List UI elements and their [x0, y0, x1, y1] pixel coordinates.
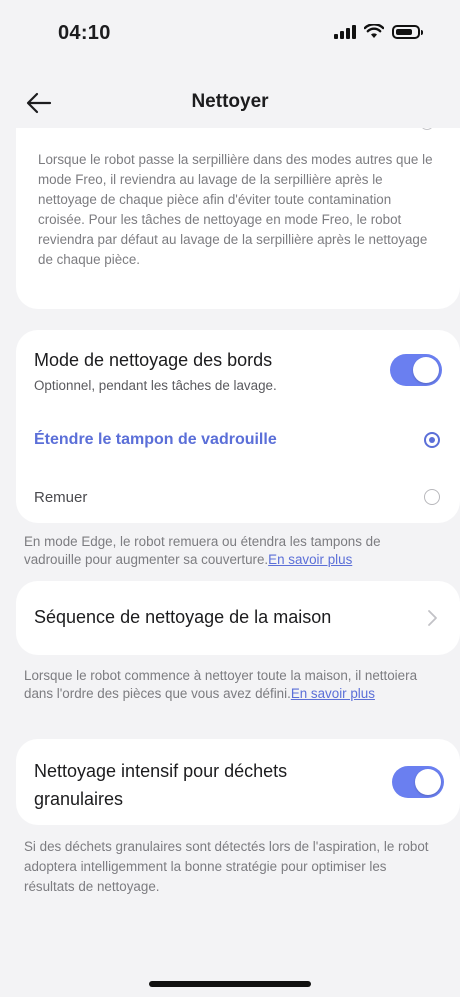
- mop-wash-description: Lorsque le robot passe la serpillière da…: [38, 152, 433, 267]
- option-extend-mop-pad[interactable]: Étendre le tampon de vadrouille: [34, 431, 277, 449]
- cellular-signal-icon: [334, 24, 356, 39]
- status-icons: [334, 24, 423, 39]
- granular-cleaning-toggle[interactable]: [392, 766, 444, 798]
- option-wiggle[interactable]: Remuer: [34, 489, 87, 506]
- option-wiggle-radio[interactable]: [424, 489, 440, 505]
- screen: 04:10 Nettoyer Lorsque le robot passe la: [0, 0, 460, 997]
- edge-mode-toggle[interactable]: [390, 354, 442, 386]
- mop-wash-card: Lorsque le robot passe la serpillière da…: [16, 128, 460, 309]
- mop-wash-option-row[interactable]: [38, 128, 438, 136]
- cleaning-sequence-learn-more-link[interactable]: En savoir plus: [291, 686, 375, 701]
- edge-mode-note: En mode Edge, le robot remuera ou étendr…: [24, 533, 438, 569]
- mop-wash-radio[interactable]: [420, 128, 434, 130]
- cleaning-sequence-note: Lorsque le robot commence à nettoyer tou…: [24, 667, 438, 703]
- nav-header: Nettoyer: [0, 78, 460, 128]
- chevron-right-icon: [428, 610, 437, 626]
- cleaning-sequence-title: Séquence de nettoyage de la maison: [34, 607, 332, 627]
- wifi-icon: [364, 24, 384, 38]
- granular-cleaning-note: Si des déchets granulaires sont détectés…: [24, 839, 429, 894]
- battery-icon: [392, 24, 423, 39]
- edge-mode-title: Mode de nettoyage des bords: [34, 350, 273, 370]
- granular-cleaning-title: Nettoyage intensif pour déchets granulai…: [34, 761, 288, 809]
- cleaning-sequence-card[interactable]: Séquence de nettoyage de la maison: [16, 581, 460, 655]
- home-indicator[interactable]: [149, 981, 311, 987]
- option-extend-mop-pad-radio[interactable]: [424, 432, 440, 448]
- status-time: 04:10: [58, 22, 111, 44]
- status-bar: 04:10: [0, 0, 460, 70]
- edge-mode-learn-more-link[interactable]: En savoir plus: [268, 552, 352, 567]
- edge-mode-subtitle: Optionnel, pendant les tâches de lavage.: [34, 378, 277, 393]
- granular-cleaning-card: Nettoyage intensif pour déchets granulai…: [16, 739, 460, 825]
- edge-mode-card: Mode de nettoyage des bords Optionnel, p…: [16, 330, 460, 523]
- page-title: Nettoyer: [191, 91, 269, 112]
